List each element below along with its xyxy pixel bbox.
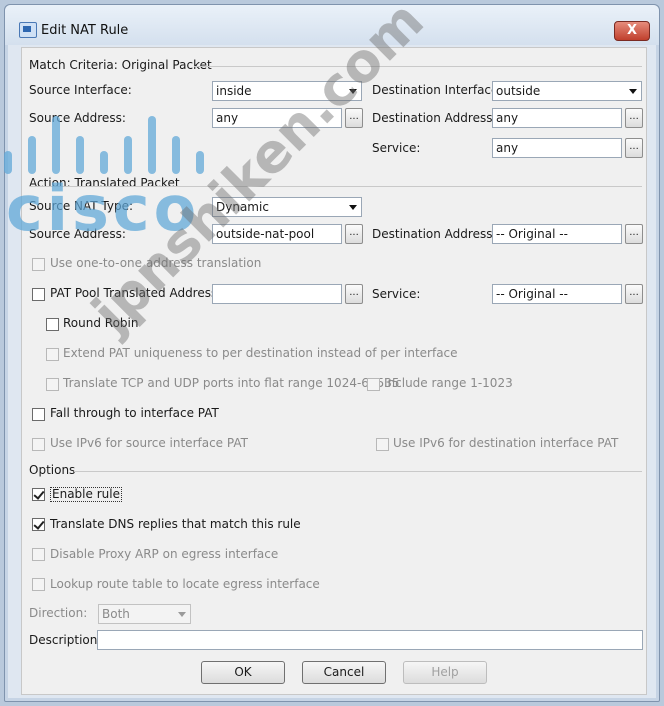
round-robin-label: Round Robin: [63, 316, 139, 330]
extend-pat-checkbox[interactable]: [46, 348, 59, 361]
pat-pool-checkbox[interactable]: [32, 288, 45, 301]
destination-address-label: Destination Address:: [372, 111, 497, 125]
window-title: Edit NAT Rule: [41, 23, 129, 38]
chevron-down-icon: [349, 205, 357, 210]
translated-service-browse-button[interactable]: ...: [625, 284, 643, 304]
direction-select[interactable]: Both: [98, 604, 191, 624]
source-nat-type-value: Dynamic: [216, 200, 269, 214]
ipv6-destination-label: Use IPv6 for destination interface PAT: [393, 436, 619, 450]
source-address-field[interactable]: any: [212, 108, 342, 128]
source-address-browse-button[interactable]: ...: [345, 108, 363, 128]
enable-rule-checkbox[interactable]: [32, 488, 45, 501]
action-section-divider: [29, 186, 642, 187]
translated-destination-address-field[interactable]: -- Original --: [492, 224, 622, 244]
direction-value: Both: [102, 607, 130, 621]
translated-destination-address-label: Destination Address:: [372, 227, 497, 241]
match-section-title: Match Criteria: Original Packet: [29, 58, 212, 72]
ipv6-source-checkbox[interactable]: [32, 438, 45, 451]
fall-through-label: Fall through to interface PAT: [50, 406, 219, 420]
pat-pool-field[interactable]: [212, 284, 342, 304]
chevron-down-icon: [349, 89, 357, 94]
service-label: Service:: [372, 141, 421, 155]
translated-service-label: Service:: [372, 287, 421, 301]
extend-pat-label: Extend PAT uniqueness to per destination…: [63, 346, 458, 360]
description-label: Description:: [29, 633, 102, 647]
options-section-title: Options: [29, 463, 76, 477]
destination-interface-value: outside: [496, 84, 541, 98]
source-interface-label: Source Interface:: [29, 83, 132, 97]
service-browse-button[interactable]: ...: [625, 138, 643, 158]
destination-interface-label: Destination Interface:: [372, 83, 503, 97]
translated-service-field[interactable]: -- Original --: [492, 284, 622, 304]
destination-address-browse-button[interactable]: ...: [625, 108, 643, 128]
source-address-label: Source Address:: [29, 111, 126, 125]
include-range-label: Include range 1-1023: [384, 376, 513, 390]
checkmark-icon: [33, 488, 45, 500]
ipv6-source-label: Use IPv6 for source interface PAT: [50, 436, 248, 450]
include-range-checkbox[interactable]: [367, 378, 380, 391]
chevron-down-icon: [178, 612, 186, 617]
options-section-divider: [74, 471, 642, 472]
action-section-title: Action: Translated Packet: [29, 176, 180, 190]
one-to-one-checkbox[interactable]: [32, 258, 45, 271]
pat-pool-browse-button[interactable]: ...: [345, 284, 363, 304]
checkmark-icon: [33, 518, 45, 530]
ok-button[interactable]: OK: [201, 661, 285, 684]
description-field[interactable]: [97, 630, 643, 650]
dialog-window: Edit NAT Rule X Match Criteria: Original…: [4, 4, 660, 702]
dialog-panel: Match Criteria: Original Packet Source I…: [21, 47, 647, 695]
destination-interface-select[interactable]: outside: [492, 81, 642, 101]
close-button[interactable]: X: [614, 21, 650, 41]
source-interface-select[interactable]: inside: [212, 81, 362, 101]
match-section-divider: [194, 66, 642, 67]
chevron-down-icon: [629, 89, 637, 94]
round-robin-checkbox[interactable]: [46, 318, 59, 331]
source-nat-type-select[interactable]: Dynamic: [212, 197, 362, 217]
source-interface-value: inside: [216, 84, 252, 98]
translated-source-address-label: Source Address:: [29, 227, 126, 241]
service-field[interactable]: any: [492, 138, 622, 158]
translated-destination-address-browse-button[interactable]: ...: [625, 224, 643, 244]
source-nat-type-label: Source NAT Type:: [29, 199, 134, 213]
fall-through-checkbox[interactable]: [32, 408, 45, 421]
translate-dns-label: Translate DNS replies that match this ru…: [50, 517, 301, 531]
ipv6-destination-checkbox[interactable]: [376, 438, 389, 451]
enable-rule-label: Enable rule: [50, 487, 122, 502]
cancel-button[interactable]: Cancel: [302, 661, 386, 684]
destination-address-field[interactable]: any: [492, 108, 622, 128]
app-icon: [19, 22, 37, 38]
lookup-route-label: Lookup route table to locate egress inte…: [50, 577, 320, 591]
lookup-route-checkbox[interactable]: [32, 578, 45, 591]
translate-tcp-udp-label: Translate TCP and UDP ports into flat ra…: [63, 376, 400, 390]
help-button[interactable]: Help: [403, 661, 487, 684]
title-bar[interactable]: Edit NAT Rule X: [5, 5, 659, 45]
translated-source-address-browse-button[interactable]: ...: [345, 224, 363, 244]
translate-tcp-udp-checkbox[interactable]: [46, 378, 59, 391]
direction-label: Direction:: [29, 606, 88, 620]
translated-source-address-field[interactable]: outside-nat-pool: [212, 224, 342, 244]
pat-pool-label: PAT Pool Translated Address:: [50, 286, 222, 300]
disable-proxy-arp-checkbox[interactable]: [32, 548, 45, 561]
disable-proxy-arp-label: Disable Proxy ARP on egress interface: [50, 547, 279, 561]
translate-dns-checkbox[interactable]: [32, 518, 45, 531]
one-to-one-label: Use one-to-one address translation: [50, 256, 262, 270]
